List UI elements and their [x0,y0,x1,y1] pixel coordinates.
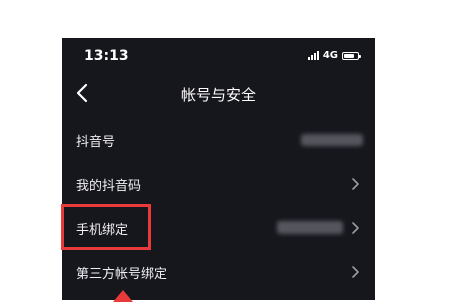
status-time: 13:13 [84,48,129,64]
battery-icon [342,51,361,60]
arrow-pointer-icon [113,290,133,302]
menu-item-qr-code[interactable]: 我的抖音码 [62,162,375,206]
network-label: 4G [322,50,338,61]
menu-item-third-party-binding[interactable]: 第三方帐号绑定 [62,250,375,294]
menu-item-label: 第三方帐号绑定 [76,267,168,282]
redacted-value [277,221,343,234]
menu-item-label: 我的抖音码 [76,179,142,194]
chevron-right-icon [352,266,359,278]
chevron-right-icon [352,178,359,190]
menu-item-douyin-id[interactable]: 抖音号 [62,118,375,162]
menu-item-label: 抖音号 [76,135,116,150]
redacted-value [301,134,363,146]
status-indicators: 4G [307,50,361,61]
chevron-right-icon [352,222,359,234]
battery-level [344,53,354,58]
status-bar: 13:13 4G [62,38,375,74]
signal-icon [307,51,319,60]
highlight-box [61,204,151,250]
phone-screen: 13:13 4G 帐号与安全 抖音号 我的抖音码 手机绑定 第三方帐号绑定 [62,38,375,300]
nav-bar: 帐号与安全 [62,74,375,114]
page-title: 帐号与安全 [180,86,256,104]
